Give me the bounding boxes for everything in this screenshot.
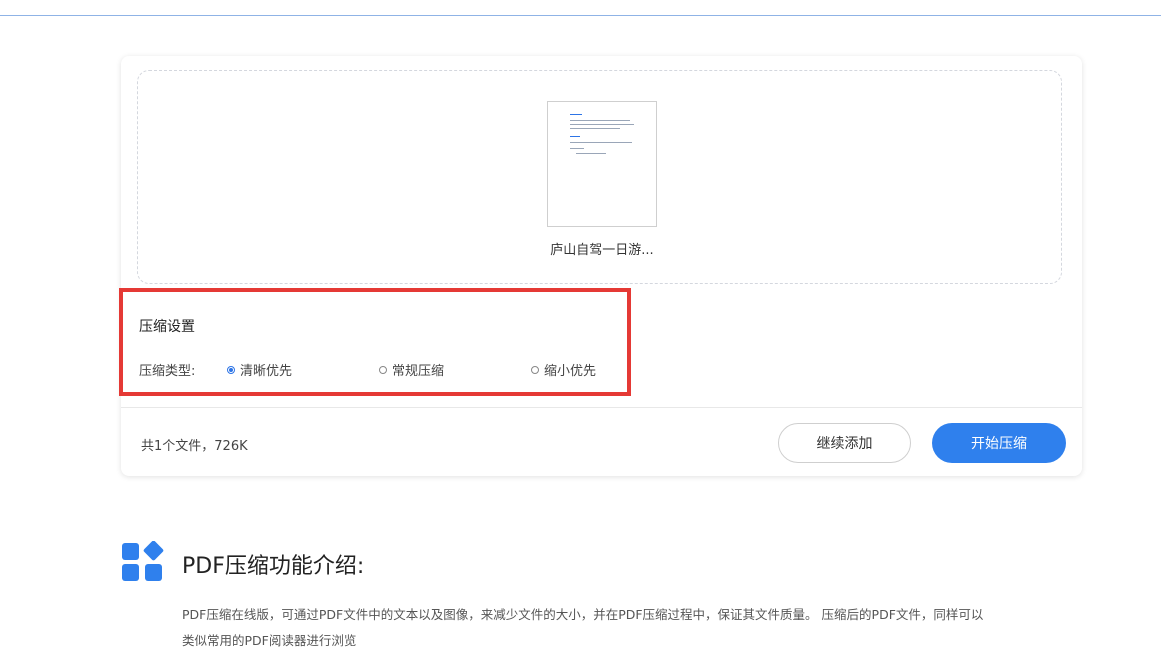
file-summary: 共1个文件，726K bbox=[141, 439, 248, 454]
start-compress-button[interactable]: 开始压缩 bbox=[932, 423, 1066, 463]
intro-title: PDF压缩功能介绍: bbox=[182, 554, 365, 579]
radio-clarity-first[interactable]: 清晰优先 bbox=[227, 360, 292, 379]
intro-text-line: 类似常用的PDF阅读器进行浏览 bbox=[182, 633, 357, 648]
pdf-file-name: 庐山自驾一日游... bbox=[550, 243, 654, 258]
thumb-text-line bbox=[570, 142, 632, 143]
radio-size-first[interactable]: 缩小优先 bbox=[531, 360, 596, 379]
feature-grid-icon bbox=[122, 541, 164, 581]
radio-label: 常规压缩 bbox=[392, 364, 445, 379]
pdf-file-thumbnail[interactable] bbox=[547, 101, 657, 227]
top-divider bbox=[0, 15, 1161, 16]
radio-checked-icon[interactable] bbox=[227, 365, 235, 374]
thumb-text-line bbox=[570, 128, 620, 129]
compress-card: 庐山自驾一日游... 压缩设置 压缩类型: 清晰优先 常规压缩 缩小优先 共1个… bbox=[121, 56, 1082, 476]
radio-unchecked-icon[interactable] bbox=[379, 365, 387, 374]
thumb-text-line bbox=[570, 136, 580, 137]
thumb-text-line bbox=[576, 153, 606, 154]
radio-label: 清晰优先 bbox=[240, 364, 293, 379]
settings-title: 压缩设置 bbox=[139, 319, 195, 335]
radio-normal-compress[interactable]: 常规压缩 bbox=[379, 360, 444, 379]
radio-label: 缩小优先 bbox=[544, 364, 597, 379]
thumb-text-line bbox=[570, 148, 584, 149]
continue-add-button[interactable]: 继续添加 bbox=[778, 423, 911, 463]
radio-unchecked-icon[interactable] bbox=[531, 365, 539, 374]
thumb-text-line bbox=[570, 120, 630, 121]
file-dropzone[interactable]: 庐山自驾一日游... bbox=[137, 70, 1062, 284]
compress-type-label: 压缩类型: bbox=[139, 364, 196, 379]
thumb-text-line bbox=[570, 124, 634, 125]
card-footer: 共1个文件，726K 继续添加 开始压缩 bbox=[121, 407, 1082, 476]
thumb-text-line bbox=[570, 114, 582, 115]
compress-settings: 压缩设置 压缩类型: 清晰优先 常规压缩 缩小优先 bbox=[139, 314, 639, 394]
intro-paragraph: PDF压缩在线版，可通过PDF文件中的文本以及图像，来减少文件的大小，并在PDF… bbox=[182, 602, 1087, 654]
intro-text-line: PDF压缩在线版，可通过PDF文件中的文本以及图像，来减少文件的大小，并在PDF… bbox=[182, 607, 984, 622]
